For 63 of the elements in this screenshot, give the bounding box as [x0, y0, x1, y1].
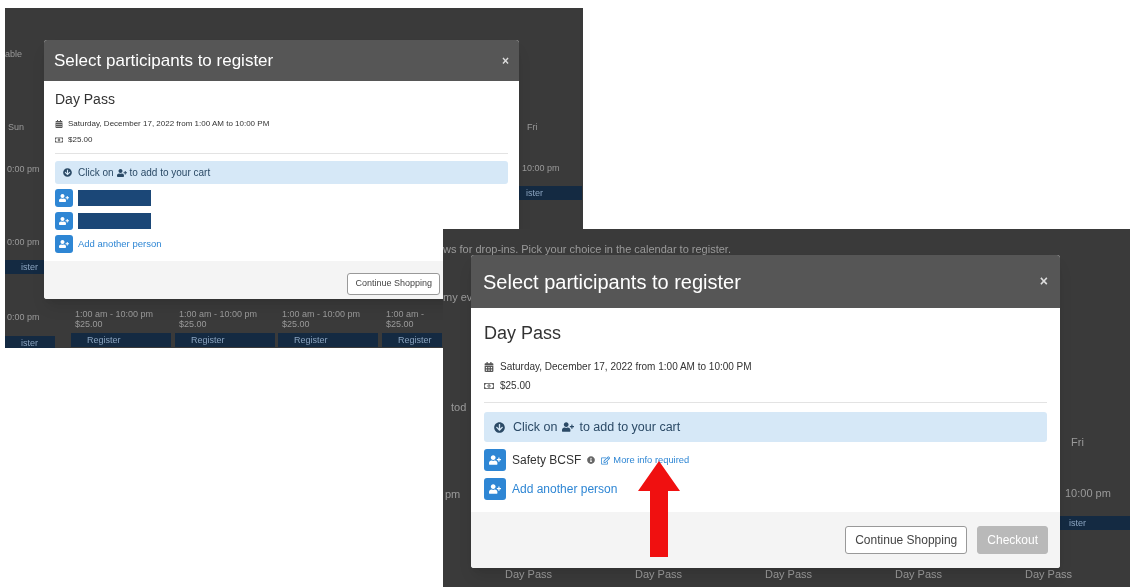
event-title: Day Pass — [484, 322, 563, 345]
background-text: Day Pass — [895, 567, 943, 582]
background-text: Sun — [8, 121, 24, 134]
add-person-link[interactable]: Add another person — [78, 236, 162, 252]
more-info-link[interactable]: More info required — [601, 453, 690, 467]
add-person-link[interactable]: Add another person — [512, 480, 618, 498]
add-person-icon[interactable] — [55, 189, 73, 207]
background-text: 1:00 am - 10:00 pm — [282, 308, 361, 320]
background-text: Day Pass — [635, 567, 683, 582]
calendar-icon — [55, 120, 63, 128]
participant-name: Safety BCSF — [512, 452, 582, 469]
close-button[interactable]: × — [502, 51, 509, 70]
money-icon — [55, 136, 63, 144]
register-bar: ister — [5, 336, 55, 348]
modal-title: Select participants to register — [483, 269, 741, 295]
background-text: 1:00 am - 10:00 pm — [179, 308, 258, 320]
continue-shopping-button[interactable]: Continue Shopping — [347, 273, 440, 295]
background-text: ws for drop-ins. Pick your choice in the calendar to register. — [443, 242, 731, 257]
edit-icon — [601, 455, 611, 465]
banner-text: Click on — [78, 166, 114, 180]
add-person-icon[interactable] — [484, 449, 506, 471]
background-text: 0:00 pm — [7, 163, 40, 176]
add-person-icon — [562, 421, 575, 433]
background-text: $25.00 — [386, 318, 414, 331]
background-text: Day Pass — [505, 567, 553, 582]
background-text: pm — [445, 487, 461, 502]
background-text: 0:00 pm — [7, 236, 40, 249]
add-person-icon[interactable] — [484, 478, 506, 500]
close-button[interactable]: × — [1039, 271, 1048, 292]
background-text: Fri — [1071, 435, 1084, 450]
register-button[interactable]: Register — [278, 333, 378, 347]
background-text: 10:00 pm — [522, 162, 560, 175]
background-text: $25.00 — [179, 318, 207, 331]
add-person-icon[interactable] — [55, 235, 73, 253]
modal-title: Select participants to register — [54, 49, 274, 72]
background-text: tod — [451, 400, 467, 415]
money-icon — [484, 380, 494, 391]
register-button[interactable]: Register — [71, 333, 171, 347]
background-text: 1:00 am - — [386, 308, 425, 320]
banner-text: to add to your cart — [129, 166, 211, 180]
register-button[interactable]: Register — [175, 333, 275, 347]
event-price: $25.00 — [500, 379, 531, 393]
add-person-icon[interactable] — [55, 212, 73, 230]
event-price: $25.00 — [68, 134, 93, 146]
background-text: Day Pass — [765, 567, 813, 582]
background-text: Fri — [527, 121, 538, 134]
calendar-icon — [484, 361, 494, 372]
background-text: 10:00 pm — [1065, 486, 1111, 501]
background-text: $25.00 — [75, 318, 103, 331]
register-button[interactable]: Register — [382, 333, 442, 347]
background-text: 1:00 am - 10:00 pm — [75, 308, 154, 320]
background-text: Day Pass — [1025, 567, 1073, 582]
banner-text: Click on — [513, 418, 558, 436]
banner-text: to add to your cart — [579, 418, 681, 436]
background-text: 0:00 pm — [7, 311, 40, 324]
background-text: $25.00 — [282, 318, 310, 331]
event-title: Day Pass — [55, 90, 116, 109]
background-text: able — [5, 48, 22, 61]
event-date: Saturday, December 17, 2022 from 1:00 AM to 10:00 PM — [68, 118, 270, 130]
continue-shopping-button[interactable]: Continue Shopping — [845, 526, 968, 554]
add-person-icon — [116, 167, 127, 178]
event-date: Saturday, December 17, 2022 from 1:00 AM to 10:00 PM — [500, 360, 752, 374]
info-icon[interactable] — [587, 456, 596, 464]
